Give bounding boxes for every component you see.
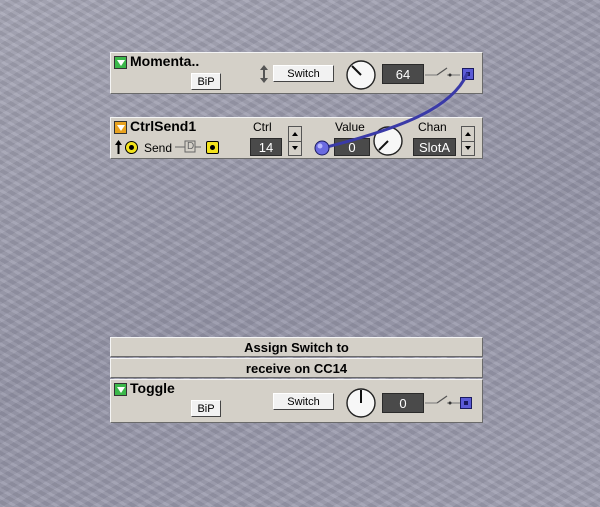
send-label: Send xyxy=(144,141,173,155)
knob-icon[interactable] xyxy=(345,386,379,419)
ctrl-spinner-icon[interactable] xyxy=(288,126,302,156)
collapse-arrow-icon[interactable] xyxy=(114,383,127,396)
spinner-down-icon[interactable] xyxy=(289,141,301,155)
module-title: Toggle xyxy=(130,380,175,396)
chan-value-display[interactable]: SlotA xyxy=(413,138,456,156)
value-display: 0 xyxy=(334,138,370,156)
note-line-2: receive on CC14 xyxy=(110,358,483,378)
module-title: CtrlSend1 xyxy=(130,118,197,134)
ctrl-header: Ctrl xyxy=(253,120,272,134)
knob-icon[interactable] xyxy=(345,59,379,91)
bip-button[interactable]: BiP xyxy=(191,73,221,90)
collapse-arrow-icon[interactable] xyxy=(114,121,127,134)
updown-arrow-icon xyxy=(115,140,122,154)
switch-button[interactable]: Switch xyxy=(273,65,334,82)
chan-header: Chan xyxy=(418,120,447,134)
toggle-module: Toggle BiP Switch 0 xyxy=(110,379,483,423)
output-port-icon[interactable] xyxy=(460,397,472,409)
output-port-icon[interactable] xyxy=(206,141,219,154)
value-display: 64 xyxy=(382,64,424,84)
value-header: Value xyxy=(335,120,365,134)
switch-button[interactable]: Switch xyxy=(273,393,334,410)
module-title: Momenta.. xyxy=(130,53,200,69)
collapse-arrow-icon[interactable] xyxy=(114,56,127,69)
spinner-up-icon[interactable] xyxy=(289,127,301,142)
updown-arrow-icon xyxy=(260,65,268,83)
chan-spinner-icon[interactable] xyxy=(461,126,475,156)
input-port-icon[interactable] xyxy=(125,141,138,154)
d-label: D xyxy=(187,141,195,152)
spinner-down-icon[interactable] xyxy=(462,141,474,155)
bip-button[interactable]: BiP xyxy=(191,400,221,417)
value-display: 0 xyxy=(382,393,424,413)
ctrlsend-module: CtrlSend1 Send D Ctrl 14 Value 0 Chan Sl… xyxy=(110,117,483,159)
momentary-module: Momenta.. BiP Switch 64 xyxy=(110,52,483,94)
ctrl-value-display[interactable]: 14 xyxy=(250,138,282,156)
output-port-icon[interactable] xyxy=(462,68,474,80)
switch-lever-icon xyxy=(425,395,460,405)
spinner-up-icon[interactable] xyxy=(462,127,474,142)
note-line-1: Assign Switch to xyxy=(110,337,483,357)
knob-icon[interactable] xyxy=(371,124,405,157)
switch-lever-icon xyxy=(425,67,460,77)
